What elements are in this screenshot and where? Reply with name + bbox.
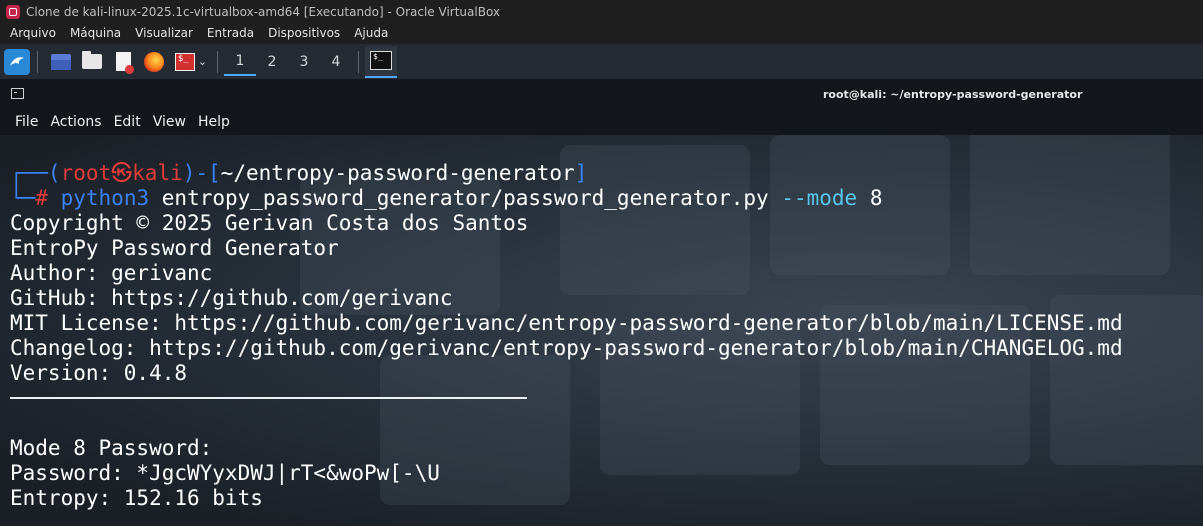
firefox-button[interactable] — [140, 48, 168, 76]
panel-separator — [217, 50, 218, 73]
kali-panel: $_ ⌄ 1 2 3 4 $_ — [0, 44, 1203, 79]
vbox-menu-entrada[interactable]: Entrada — [200, 23, 261, 44]
output-divider — [10, 397, 527, 399]
prompt-line-1: ┌──(root㉿kali)-[~/entropy-password-gener… — [10, 161, 588, 185]
workspace-2[interactable]: 2 — [256, 48, 288, 76]
output-line: Author: gerivanc — [10, 261, 213, 285]
terminal-text: ┌──(root㉿kali)-[~/entropy-password-gener… — [10, 161, 1123, 511]
terminal-menu-bar: File Actions Edit View Help — [0, 109, 1203, 135]
kali-dragon-icon — [4, 48, 30, 75]
terminal-title-bar: root@kali: ~/entropy-password-generator — [0, 79, 1203, 109]
taskbar-terminal-window[interactable]: $_ — [365, 45, 397, 78]
output-line: Copyright © 2025 Gerivan Costa dos Santo… — [10, 211, 529, 235]
terminal-window-title: root@kali: ~/entropy-password-generator — [823, 88, 1083, 101]
chevron-down-icon[interactable]: ⌄ — [198, 55, 207, 68]
vbox-title-bar: Clone de kali-linux-2025.1c-virtualbox-a… — [0, 0, 1203, 23]
terminal-launcher-button[interactable]: $_ ⌄ — [171, 48, 211, 76]
output-line: Version: 0.4.8 — [10, 361, 188, 385]
vbox-menu-dispositivos[interactable]: Dispositivos — [261, 23, 347, 44]
terminal-output-area[interactable]: ┌──(root㉿kali)-[~/entropy-password-gener… — [0, 135, 1203, 526]
prompt-host: kali — [132, 161, 183, 185]
desktop-icon — [51, 53, 71, 70]
output-line: Changelog: https://github.com/gerivanc/e… — [10, 336, 1123, 360]
prompt-line-2: └─# python3 entropy_password_generator/p… — [10, 186, 883, 210]
panel-separator — [37, 50, 38, 73]
workspace-3[interactable]: 3 — [288, 48, 320, 76]
folder-icon — [82, 51, 102, 69]
vbox-menu-arquivo[interactable]: Arquivo — [0, 23, 63, 44]
terminal-menu-help[interactable]: Help — [192, 114, 236, 130]
skull-icon: ㉿ — [111, 161, 133, 185]
terminal-icon: $_ — [174, 52, 195, 71]
vbox-window-title: Clone de kali-linux-2025.1c-virtualbox-a… — [26, 4, 501, 19]
text-editor-button[interactable] — [109, 48, 137, 76]
terminal-menu-actions[interactable]: Actions — [44, 114, 107, 130]
panel-separator — [358, 50, 359, 73]
vbox-menu-ajuda[interactable]: Ajuda — [347, 23, 395, 44]
vbox-menu-bar: Arquivo Máquina Visualizar Entrada Dispo… — [0, 23, 1203, 44]
output-line: EntroPy Password Generator — [10, 236, 339, 260]
vbox-menu-visualizar[interactable]: Visualizar — [128, 23, 200, 44]
file-manager-button[interactable] — [78, 48, 106, 76]
terminal-menu-edit[interactable]: Edit — [108, 114, 147, 130]
terminal-window-icon: $_ — [370, 51, 392, 70]
virtualbox-icon — [6, 4, 20, 19]
command-name: python3 — [60, 186, 150, 210]
output-line: MIT License: https://github.com/gerivanc… — [10, 311, 1123, 335]
firefox-icon — [144, 51, 164, 72]
terminal-menu-view[interactable]: View — [147, 114, 192, 130]
output-line: GitHub: https://github.com/gerivanc — [10, 286, 453, 310]
prompt-path: ~/entropy-password-generator — [220, 161, 575, 185]
result-line: Password: *JgcWYyxDWJ|rT<&woPw[-\U — [10, 461, 440, 485]
command-args: entropy_password_generator/password_gene… — [161, 186, 769, 210]
terminal-menu-file[interactable]: File — [0, 114, 44, 130]
workspace-4[interactable]: 4 — [320, 48, 352, 76]
result-line: Entropy: 152.16 bits — [10, 486, 263, 510]
show-desktop-button[interactable] — [47, 48, 75, 76]
workspace-1[interactable]: 1 — [224, 48, 256, 76]
command-flag: --mode — [781, 186, 858, 210]
result-line: Mode 8 Password: — [10, 436, 213, 460]
command-flag-value: 8 — [869, 186, 883, 210]
applications-menu-button[interactable] — [3, 48, 31, 76]
vbox-menu-maquina[interactable]: Máquina — [63, 23, 128, 44]
terminal-app-icon — [11, 88, 24, 99]
text-editor-icon — [115, 52, 134, 74]
prompt-user: root — [60, 161, 112, 185]
